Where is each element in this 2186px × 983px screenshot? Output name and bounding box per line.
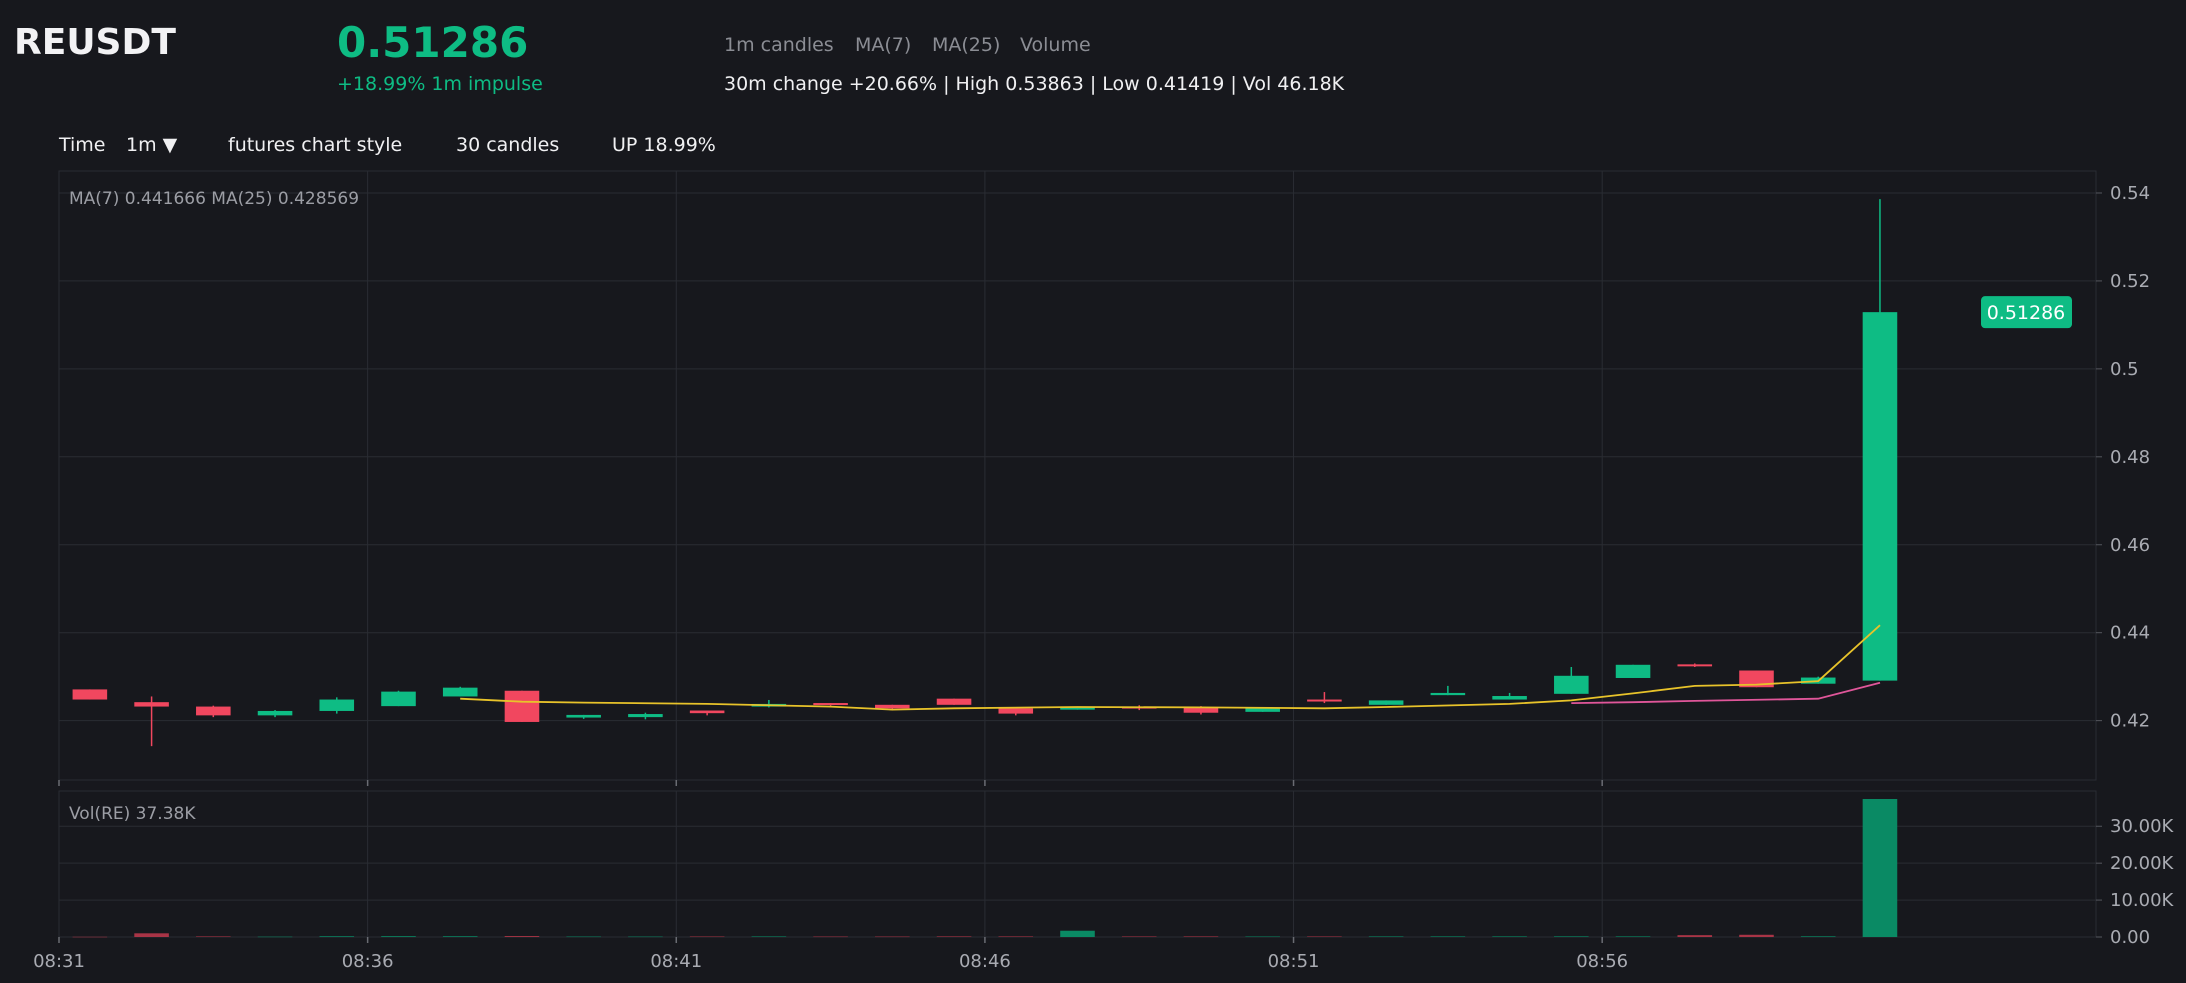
candle-body (813, 703, 848, 706)
candle-body (689, 710, 725, 714)
volume-bar[interactable] (1862, 799, 1898, 937)
volume-tick-label: 20.00K (2110, 853, 2175, 874)
candle[interactable] (936, 698, 972, 705)
volume-bar[interactable] (1492, 936, 1527, 937)
time-tick-label: 08:41 (650, 951, 702, 972)
volume-bar[interactable] (1430, 936, 1466, 937)
candle[interactable] (1368, 700, 1404, 705)
candle-body (1492, 696, 1527, 700)
candle-body (196, 706, 231, 716)
volume-bar[interactable] (1245, 936, 1280, 938)
volume-bar[interactable] (504, 936, 540, 937)
candle[interactable] (504, 690, 540, 722)
price-tick-label: 0.48 (2110, 447, 2150, 468)
candle-body (504, 690, 540, 722)
volume-bar[interactable] (442, 936, 478, 937)
candle-body (72, 689, 108, 700)
volume-bar[interactable] (1554, 936, 1589, 937)
volume-tick-label: 0.00 (2110, 927, 2150, 948)
volume-bar[interactable] (1060, 930, 1095, 937)
time-tick-label: 08:56 (1576, 951, 1628, 972)
candle-body (566, 714, 601, 718)
volume-bar[interactable] (72, 936, 108, 938)
candle-body (1554, 675, 1589, 694)
volume-tick-label: 10.00K (2110, 890, 2175, 911)
candle-body (1615, 664, 1651, 678)
candlestick-chart[interactable]: 0.42 0.44 0.46 0.48 0.5 0.52 0.54 0.51286 0.00 1… (0, 0, 2186, 983)
time-tick-label: 08:51 (1268, 951, 1320, 972)
candle-body (628, 714, 663, 718)
time-tick-label: 08:46 (959, 951, 1011, 972)
candle-body (1368, 700, 1404, 705)
candle-body (442, 687, 478, 697)
volume-bar[interactable] (998, 936, 1034, 937)
volume-bar[interactable] (1677, 935, 1713, 937)
price-tick-label: 0.46 (2110, 535, 2150, 556)
candle-body (381, 691, 416, 707)
volume-bar[interactable] (936, 936, 972, 937)
volume-bar[interactable] (134, 933, 169, 937)
volume-bar[interactable] (875, 936, 910, 938)
candle[interactable] (1615, 664, 1651, 678)
price-tick-label: 0.5 (2110, 359, 2139, 380)
price-pane[interactable]: 0.42 0.44 0.46 0.48 0.5 0.52 0.54 0.51286 (58, 170, 2150, 781)
time-tick-label: 08:31 (33, 951, 85, 972)
volume-bar[interactable] (196, 936, 231, 937)
candle-body (936, 698, 972, 705)
volume-tick-label: 30.00K (2110, 816, 2175, 837)
volume-bar[interactable] (1121, 936, 1157, 937)
volume-bar[interactable] (1183, 936, 1219, 937)
candle-body (257, 710, 293, 716)
volume-bar[interactable] (381, 936, 416, 937)
candle-body (1430, 692, 1466, 696)
candle-body (875, 704, 910, 709)
volume-pane-frame (58, 790, 2097, 938)
volume-bar[interactable] (1739, 934, 1774, 937)
candle-body (134, 702, 169, 707)
volume-bar[interactable] (1800, 936, 1836, 937)
candle[interactable] (442, 686, 478, 697)
volume-bar[interactable] (628, 936, 663, 938)
candle-body (1307, 699, 1342, 702)
price-tick-label: 0.52 (2110, 271, 2150, 292)
time-tick-label: 08:36 (342, 951, 394, 972)
volume-bar[interactable] (319, 936, 355, 937)
volume-bar[interactable] (751, 936, 787, 937)
candle-body (319, 699, 355, 711)
price-pane-frame (58, 170, 2097, 781)
price-tick-label: 0.42 (2110, 711, 2150, 732)
volume-bar[interactable] (1368, 936, 1404, 937)
volume-bar[interactable] (257, 936, 293, 938)
last-price-tag: 0.51286 (1981, 296, 2072, 329)
volume-pane[interactable]: 0.00 10.00K 20.00K 30.00K (58, 790, 2175, 948)
candle[interactable] (381, 690, 416, 707)
candle-body (1245, 708, 1280, 712)
candle-body (1183, 707, 1219, 713)
volume-bar[interactable] (1615, 936, 1651, 937)
volume-bar[interactable] (813, 936, 848, 938)
volume-bar[interactable] (1307, 936, 1342, 937)
candle-body (998, 708, 1034, 714)
candle[interactable] (72, 689, 108, 700)
last-price-tag-label: 0.51286 (1987, 302, 2066, 324)
price-tick-label: 0.54 (2110, 183, 2150, 204)
candle-body (1677, 664, 1713, 667)
price-tick-label: 0.44 (2110, 623, 2150, 644)
ma-legend: MA(7) 0.441666 MA(25) 0.428569 (69, 189, 359, 209)
volume-legend: Vol(RE) 37.38K (69, 804, 196, 824)
volume-bar[interactable] (689, 936, 725, 938)
volume-bar[interactable] (566, 936, 601, 938)
